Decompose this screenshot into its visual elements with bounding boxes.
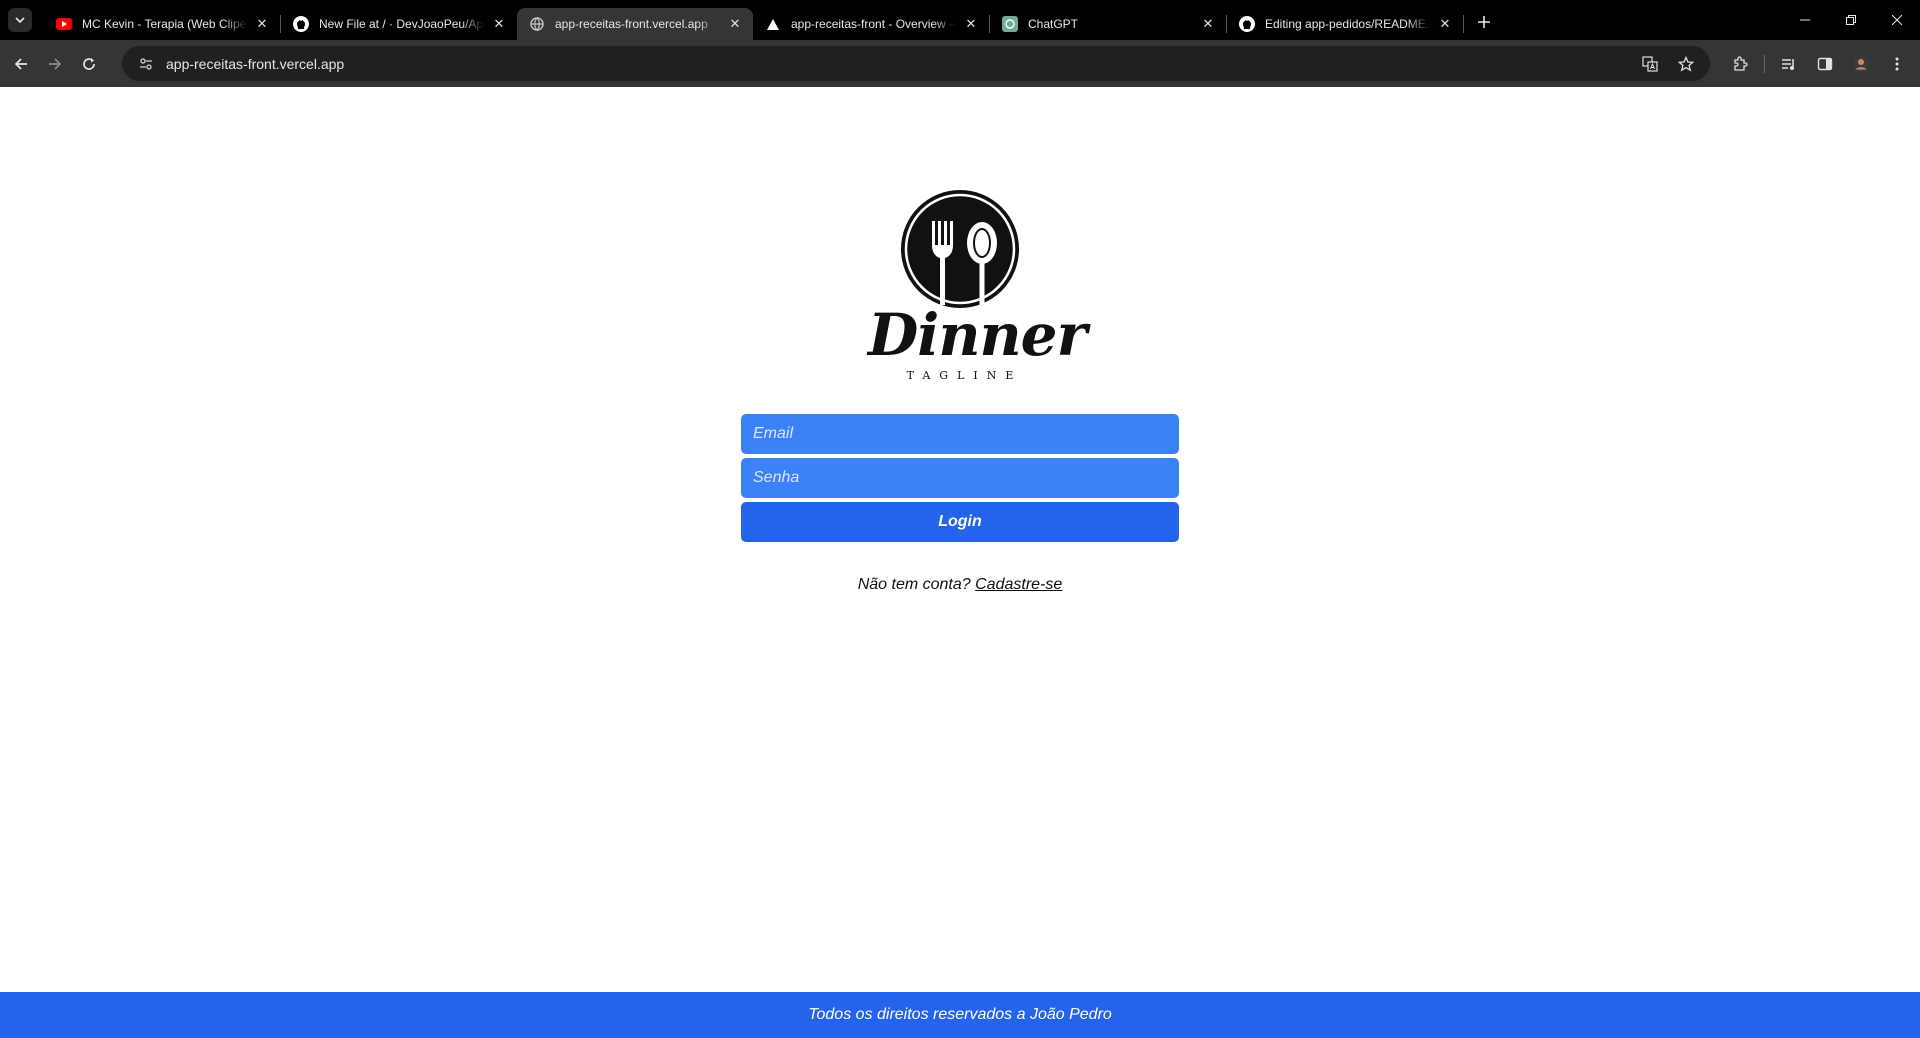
page-content: Dinner TAGLINE Login Não tem conta? Cada…: [0, 87, 1920, 1038]
new-tab-button[interactable]: [1470, 8, 1498, 36]
toolbar-actions: [1722, 40, 1915, 87]
close-icon[interactable]: ✕: [254, 16, 270, 32]
github-icon: [1239, 16, 1255, 32]
signup-prompt-text: Não tem conta?: [857, 576, 971, 593]
github-icon: [293, 16, 309, 32]
vercel-icon: [765, 16, 781, 32]
plus-icon: [1478, 16, 1490, 28]
tab-title: app-receitas-front - Overview –: [791, 17, 956, 31]
reload-icon: [83, 57, 95, 70]
tab-title: MC Kevin - Terapia (Web Clipe): [82, 17, 248, 31]
close-window-button[interactable]: [1874, 0, 1920, 40]
minimize-button[interactable]: [1782, 0, 1828, 40]
chatgpt-icon: [1002, 16, 1018, 32]
omnibox-actions: [1638, 46, 1698, 81]
tab-youtube[interactable]: MC Kevin - Terapia (Web Clipe) ✕: [44, 8, 280, 40]
restore-button[interactable]: [1828, 0, 1874, 40]
window-controls: [1782, 0, 1920, 40]
chevron-down-icon: [15, 17, 25, 24]
close-icon[interactable]: ✕: [491, 16, 507, 32]
arrow-left-icon: [14, 57, 27, 70]
more-options-icon[interactable]: [1885, 52, 1909, 76]
reload-button[interactable]: [72, 47, 106, 81]
profile-avatar-icon[interactable]: [1849, 52, 1873, 76]
tab-search-button[interactable]: [8, 8, 32, 32]
address-bar[interactable]: app-receitas-front.vercel.app: [122, 46, 1710, 81]
extensions-icon[interactable]: [1728, 52, 1752, 76]
tab-strip: MC Kevin - Terapia (Web Clipe) ✕ New Fil…: [0, 0, 1920, 40]
browser-toolbar: app-receitas-front.vercel.app: [0, 40, 1920, 87]
login-form: Login: [741, 414, 1179, 542]
footer: Todos os direitos reservados a João Pedr…: [0, 992, 1920, 1038]
password-input[interactable]: [741, 458, 1179, 498]
minimize-icon: [1800, 19, 1810, 21]
back-button[interactable]: [4, 47, 38, 81]
tab-github-readme[interactable]: Editing app-pedidos/README.m ✕: [1227, 8, 1463, 40]
close-icon[interactable]: ✕: [963, 16, 979, 32]
close-icon[interactable]: ✕: [1200, 16, 1216, 32]
bookmark-star-icon[interactable]: [1674, 52, 1698, 76]
tab-title: New File at / · DevJoaoPeu/App: [319, 17, 485, 31]
tab-app-receitas[interactable]: app-receitas-front.vercel.app ✕: [517, 8, 753, 40]
dinner-logo: Dinner TAGLINE: [868, 187, 1087, 387]
toolbar-separator: [1764, 54, 1765, 73]
tab-vercel-overview[interactable]: app-receitas-front - Overview – ✕: [753, 8, 989, 40]
tab-title: Editing app-pedidos/README.m: [1265, 17, 1431, 31]
forward-button[interactable]: [38, 47, 72, 81]
arrow-right-icon: [49, 57, 62, 70]
site-info-icon[interactable]: [134, 52, 158, 76]
tab-title: ChatGPT: [1028, 17, 1079, 31]
signup-link[interactable]: Cadastre-se: [975, 576, 1062, 593]
tab-separator: [1463, 15, 1464, 33]
translate-icon[interactable]: [1638, 52, 1662, 76]
signup-prompt: Não tem conta? Cadastre-se: [0, 576, 1920, 594]
login-button[interactable]: Login: [741, 502, 1179, 542]
tab-chatgpt[interactable]: ChatGPT ✕: [990, 8, 1226, 40]
footer-text: Todos os direitos reservados a João Pedr…: [808, 1006, 1112, 1023]
youtube-icon: [56, 16, 72, 32]
close-icon[interactable]: ✕: [1437, 16, 1453, 32]
logo-wordmark: Dinner: [868, 301, 1087, 369]
logo-tagline: TAGLINE: [906, 369, 1023, 382]
globe-icon: [529, 16, 545, 32]
tab-github-new-file[interactable]: New File at / · DevJoaoPeu/App ✕: [281, 8, 517, 40]
side-panel-icon[interactable]: [1813, 52, 1837, 76]
url-text: app-receitas-front.vercel.app: [166, 55, 345, 72]
media-controls-icon[interactable]: [1777, 52, 1801, 76]
tab-title: app-receitas-front.vercel.app: [555, 17, 708, 31]
close-icon: [1892, 15, 1902, 25]
close-icon[interactable]: ✕: [727, 16, 743, 32]
email-input[interactable]: [741, 414, 1179, 454]
restore-icon: [1846, 15, 1856, 25]
